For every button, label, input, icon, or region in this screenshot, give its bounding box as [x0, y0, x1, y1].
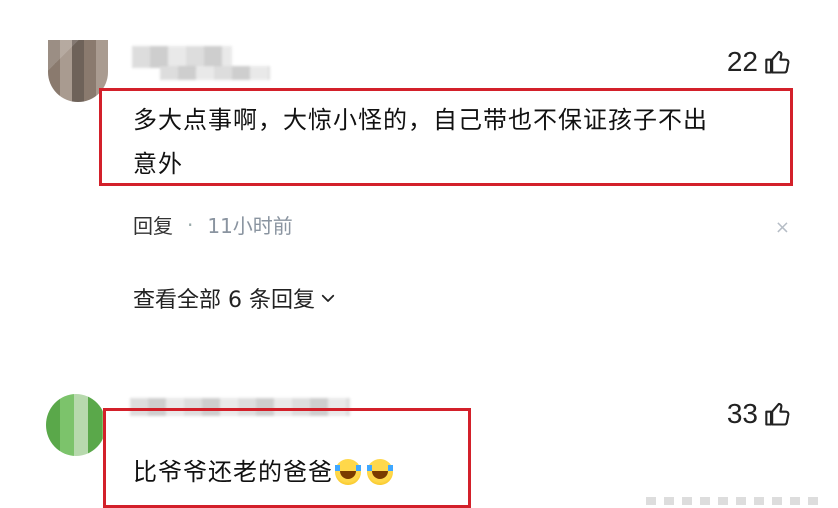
like-control[interactable]: 33 — [727, 398, 792, 430]
comment-item: 33 比爷爷还老的爸爸 — [0, 0, 838, 508]
like-count: 33 — [726, 398, 758, 429]
watermark — [646, 497, 826, 505]
laughing-crying-emoji-icon — [367, 459, 393, 485]
thumbs-up-icon[interactable] — [764, 400, 792, 428]
avatar[interactable] — [46, 394, 106, 456]
comment-text: 比爷爷还老的爸爸 — [133, 450, 393, 494]
comment-text-line: 比爷爷还老的爸爸 — [133, 458, 333, 486]
laughing-crying-emoji-icon — [335, 459, 361, 485]
